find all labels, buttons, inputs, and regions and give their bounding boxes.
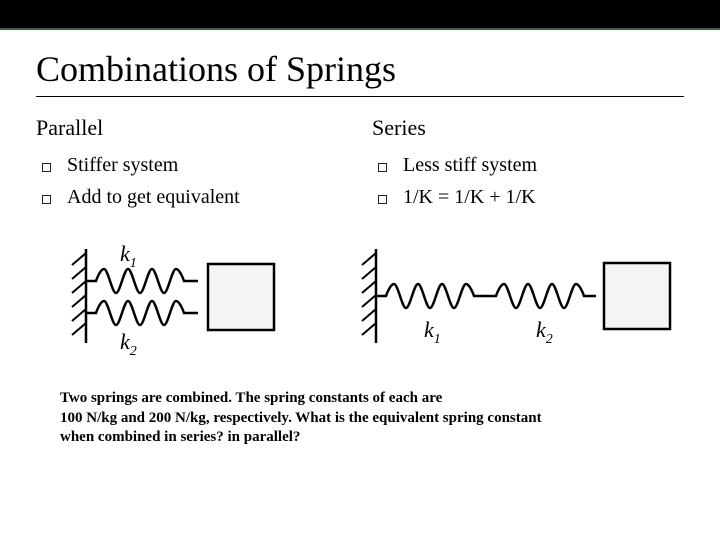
bullet-text: 1/K = 1/K + 1/K xyxy=(403,181,536,213)
list-item: Stiffer system xyxy=(42,149,348,181)
series-diagram-svg: k1 k2 xyxy=(354,231,684,361)
k1-sub: 1 xyxy=(434,332,441,347)
right-bullets: Less stiff system 1/K = 1/K + 1/K xyxy=(372,149,684,213)
bullet-text: Less stiff system xyxy=(403,149,537,181)
list-item: 1/K = 1/K + 1/K xyxy=(378,181,684,213)
right-heading: Series xyxy=(372,115,684,141)
slide-content: Combinations of Springs Parallel Stiffer… xyxy=(0,30,720,361)
left-heading: Parallel xyxy=(36,115,348,141)
k1-sub: 1 xyxy=(130,256,137,271)
diagram-row: k1 k2 xyxy=(36,231,684,361)
series-diagram: k1 k2 xyxy=(354,231,684,361)
problem-text: Two springs are combined. The spring con… xyxy=(60,389,684,448)
list-item: Less stiff system xyxy=(378,149,684,181)
title-bar xyxy=(0,0,720,28)
slide-title: Combinations of Springs xyxy=(36,48,684,90)
list-item: Add to get equivalent xyxy=(42,181,348,213)
right-column: Series Less stiff system 1/K = 1/K + 1/K xyxy=(372,115,684,213)
parallel-diagram: k1 k2 xyxy=(36,231,330,361)
bullet-square-icon xyxy=(42,163,51,172)
bullet-text: Stiffer system xyxy=(67,149,178,181)
left-bullets: Stiffer system Add to get equivalent xyxy=(36,149,348,213)
problem-line: Two springs are combined. The spring con… xyxy=(60,389,684,409)
bullet-square-icon xyxy=(42,195,51,204)
left-column: Parallel Stiffer system Add to get equiv… xyxy=(36,115,348,213)
bullet-square-icon xyxy=(378,163,387,172)
svg-text:k2: k2 xyxy=(120,329,137,359)
svg-text:k1: k1 xyxy=(424,317,441,347)
bullet-square-icon xyxy=(378,195,387,204)
problem-line: 100 N/kg and 200 N/kg, respectively. Wha… xyxy=(60,409,684,429)
svg-text:k2: k2 xyxy=(536,317,553,347)
k2-sub: 2 xyxy=(546,332,553,347)
columns: Parallel Stiffer system Add to get equiv… xyxy=(36,115,684,213)
k2-sub: 2 xyxy=(130,344,137,359)
bullet-text: Add to get equivalent xyxy=(67,181,240,213)
title-rule xyxy=(36,96,684,97)
svg-text:k1: k1 xyxy=(120,241,137,271)
problem-line: when combined in series? in parallel? xyxy=(60,428,684,448)
parallel-diagram-svg: k1 k2 xyxy=(58,231,308,361)
